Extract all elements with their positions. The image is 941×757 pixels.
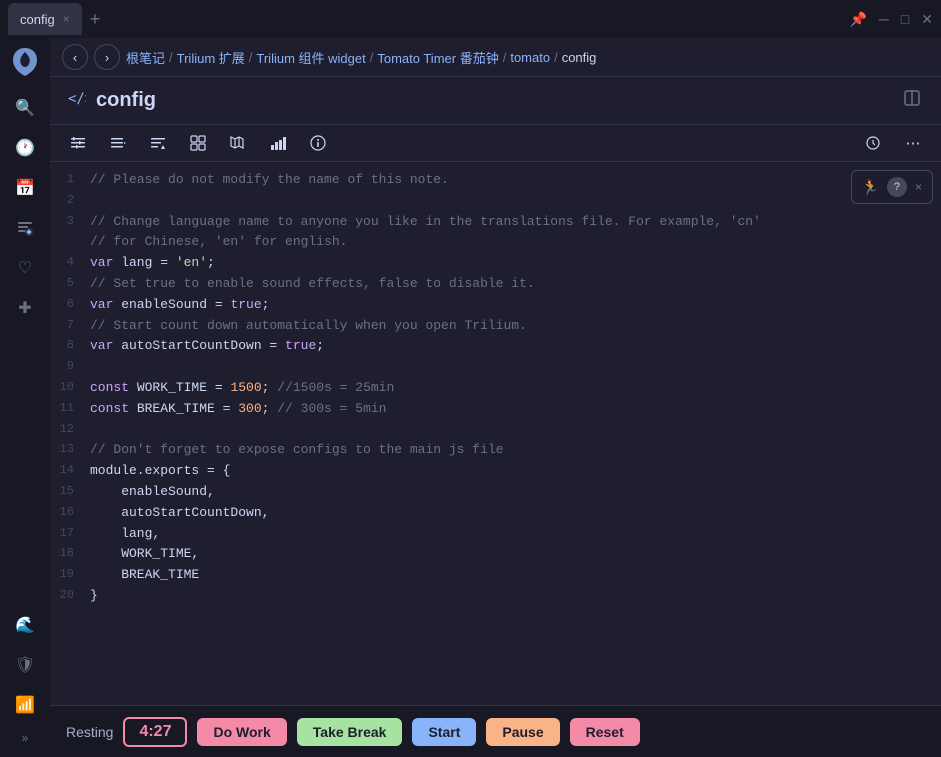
active-tab[interactable]: config × (8, 3, 82, 35)
code-line-16: 16 autoStartCountDown, (50, 503, 941, 524)
app-logo (9, 46, 41, 78)
breadcrumb-sep-4: / (503, 50, 507, 65)
toolbar-more-btn[interactable]: ⋯ (897, 129, 929, 157)
sidebar-bottom: 🌊 🛡 📶 » (7, 607, 43, 749)
start-button[interactable]: Start (412, 718, 476, 746)
breadcrumb-back-btn[interactable]: ‹ (62, 44, 88, 70)
toolbar-map-btn[interactable] (222, 129, 254, 157)
note-title: config (96, 89, 889, 112)
minimize-icon[interactable]: ─ (879, 11, 889, 27)
sidebar-item-add-note[interactable] (7, 210, 43, 246)
code-line-4: 4 var lang = 'en'; (50, 253, 941, 274)
pause-button[interactable]: Pause (486, 718, 559, 746)
notification-overlay: 🏃 ? × (851, 170, 933, 204)
new-tab-btn[interactable]: + (90, 9, 101, 30)
help-icon[interactable]: ? (887, 177, 907, 197)
code-line-7: 7 // Start count down automatically when… (50, 316, 941, 337)
code-line-15: 15 enableSound, (50, 482, 941, 503)
window-controls: 📌 ─ □ ✕ (849, 11, 933, 28)
content-pane: ‹ › 根笔记 / Trilium 扩展 / Trilium 组件 widget… (50, 38, 941, 757)
code-line-12: 12 (50, 420, 941, 441)
breadcrumb-item-root[interactable]: 根笔记 (126, 48, 165, 67)
breadcrumb-bar: ‹ › 根笔记 / Trilium 扩展 / Trilium 组件 widget… (50, 38, 941, 77)
breadcrumb-item-trilium-ext[interactable]: Trilium 扩展 (177, 48, 245, 67)
maximize-icon[interactable]: □ (901, 11, 909, 27)
sidebar-item-shield[interactable]: 🛡 (7, 647, 43, 683)
sidebar: 🔍 🕐 📅 ♡ ✚ 🌊 🛡 📶 » (0, 38, 50, 757)
layout-toggle-btn[interactable] (899, 85, 925, 116)
code-line-14: 14 module.exports = { (50, 461, 941, 482)
code-line-20: 20 } (50, 586, 941, 607)
breadcrumb-item-widget[interactable]: Trilium 组件 widget (256, 48, 365, 67)
breadcrumb: 根笔记 / Trilium 扩展 / Trilium 组件 widget / T… (126, 48, 596, 67)
close-window-icon[interactable]: ✕ (921, 11, 933, 28)
code-line-19: 19 BREAK_TIME (50, 565, 941, 586)
code-line-2: 2 (50, 191, 941, 212)
breadcrumb-forward-btn[interactable]: › (94, 44, 120, 70)
code-line-18: 18 WORK_TIME, (50, 544, 941, 565)
sidebar-item-favorites[interactable]: ♡ (7, 250, 43, 286)
code-line-3b: // for Chinese, 'en' for english. (50, 232, 941, 253)
reset-button[interactable]: Reset (570, 718, 640, 746)
main-area: 🔍 🕐 📅 ♡ ✚ 🌊 🛡 📶 » ‹ › (0, 38, 941, 757)
sidebar-item-new[interactable]: ✚ (7, 290, 43, 326)
code-line-10: 10 const WORK_TIME = 1500; //1500s = 25m… (50, 378, 941, 399)
svg-text:</>: </> (68, 91, 86, 107)
note-type-icon: </> (66, 88, 86, 113)
toolbar: ⋯ (50, 125, 941, 162)
code-content[interactable]: 1 // Please do not modify the name of th… (50, 162, 941, 615)
note-header: </> config (50, 77, 941, 125)
run-icon: 🏃 (862, 179, 879, 196)
sidebar-item-calendar-today[interactable]: 📅 (7, 170, 43, 206)
toolbar-chart-btn[interactable] (262, 129, 294, 157)
toolbar-right: ⋯ (857, 129, 929, 157)
code-line-13: 13 // Don't forget to expose configs to … (50, 440, 941, 461)
toolbar-properties-btn[interactable] (62, 129, 94, 157)
toolbar-sort-btn[interactable] (142, 129, 174, 157)
take-break-button[interactable]: Take Break (297, 718, 403, 746)
code-line-3a: 3 // Change language name to anyone you … (50, 212, 941, 233)
titlebar: config × + 📌 ─ □ ✕ (0, 0, 941, 38)
code-line-9: 9 (50, 357, 941, 378)
do-work-button[interactable]: Do Work (197, 718, 286, 746)
code-editor[interactable]: 🏃 ? × 1 // Please do not modify the name… (50, 162, 941, 705)
sidebar-item-search[interactable]: 🔍 (7, 90, 43, 126)
sidebar-item-history[interactable]: 🕐 (7, 130, 43, 166)
sidebar-item-wifi[interactable]: 📶 (7, 687, 43, 723)
code-line-6: 6 var enableSound = true; (50, 295, 941, 316)
toolbar-grid-btn[interactable] (182, 129, 214, 157)
breadcrumb-sep-3: / (370, 50, 374, 65)
breadcrumb-sep-5: / (554, 50, 558, 65)
breadcrumb-sep-1: / (169, 50, 173, 65)
status-resting-label: Resting (66, 724, 113, 740)
timer-display: 4:27 (123, 717, 187, 747)
code-line-17: 17 lang, (50, 524, 941, 545)
breadcrumb-sep-2: / (249, 50, 253, 65)
code-line-5: 5 // Set true to enable sound effects, f… (50, 274, 941, 295)
toolbar-info-btn[interactable] (302, 129, 334, 157)
tab-label: config (20, 12, 55, 27)
breadcrumb-item-tomato-timer[interactable]: Tomato Timer 番茄钟 (377, 48, 498, 67)
statusbar: Resting 4:27 Do Work Take Break Start Pa… (50, 705, 941, 757)
tab-close-btn[interactable]: × (63, 13, 70, 25)
breadcrumb-item-config: config (562, 50, 597, 65)
breadcrumb-item-tomato[interactable]: tomato (510, 50, 550, 65)
toolbar-list-btn[interactable] (102, 129, 134, 157)
code-line-11: 11 const BREAK_TIME = 300; // 300s = 5mi… (50, 399, 941, 420)
pin-icon[interactable]: 📌 (849, 11, 866, 28)
toolbar-history-btn[interactable] (857, 129, 889, 157)
sidebar-item-layers[interactable]: 🌊 (7, 607, 43, 643)
code-line-8: 8 var autoStartCountDown = true; (50, 336, 941, 357)
sidebar-expand-btn[interactable]: » (18, 727, 33, 749)
code-line-1: 1 // Please do not modify the name of th… (50, 170, 941, 191)
notification-close-btn[interactable]: × (915, 180, 922, 194)
